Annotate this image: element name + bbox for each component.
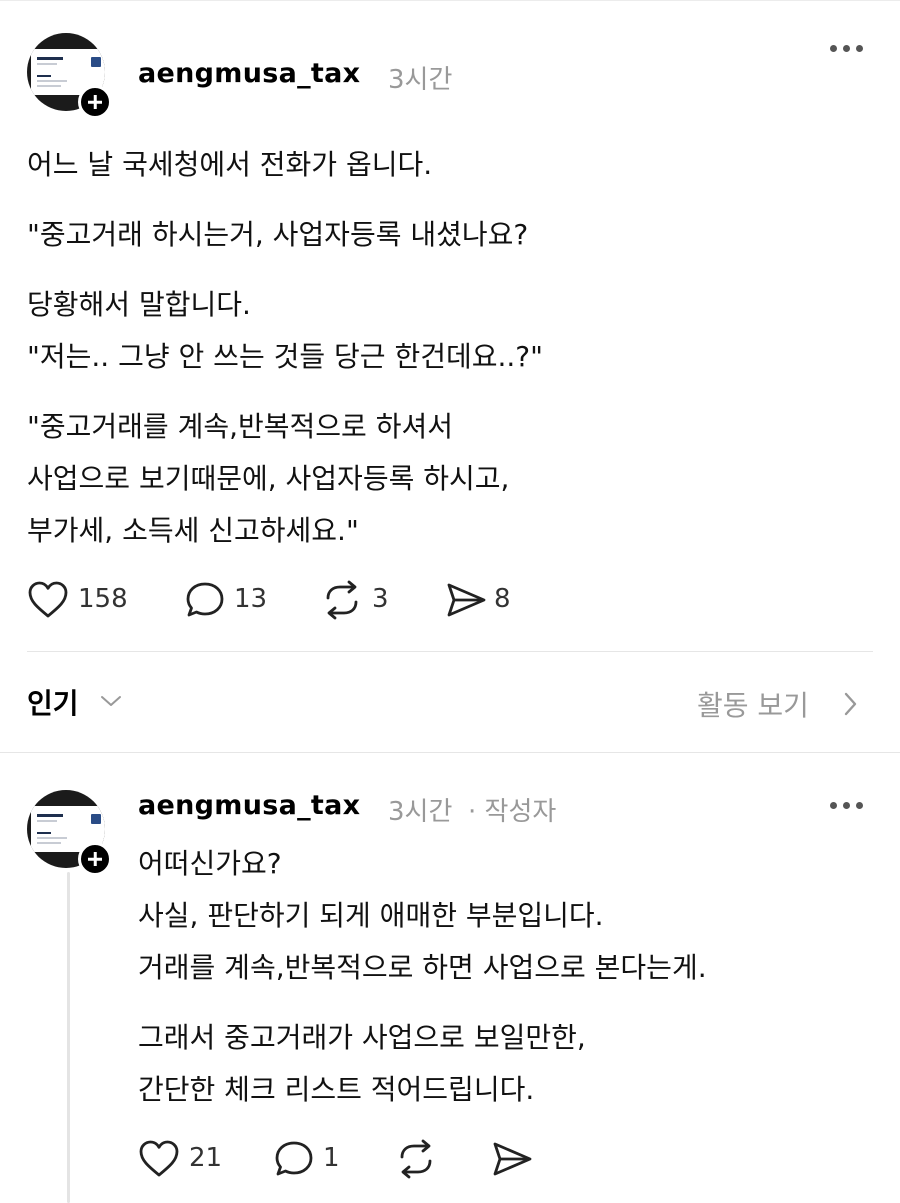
share-send-icon[interactable] xyxy=(444,580,488,620)
comment-count: 1 xyxy=(323,1143,340,1173)
post-text-line: "중고거래를 계속,반복적으로 하셔서 xyxy=(27,410,453,443)
share-send-icon[interactable] xyxy=(490,1139,534,1179)
post-time: 3시간 xyxy=(388,65,453,95)
sort-label[interactable]: 인기 xyxy=(27,682,79,722)
like-count: 158 xyxy=(78,584,128,614)
chevron-right-icon[interactable] xyxy=(840,690,860,718)
reply-text-line: 그래서 중고거래가 사업으로 보일만한, xyxy=(138,1021,586,1054)
repost-icon[interactable] xyxy=(320,580,364,620)
divider xyxy=(0,752,900,753)
share-count: 8 xyxy=(494,584,511,614)
repost-count: 3 xyxy=(372,584,389,614)
divider xyxy=(27,651,873,652)
comment-icon[interactable] xyxy=(274,1139,316,1179)
post-text-line: "중고거래 하시는거, 사업자등록 내셨나요? xyxy=(27,218,529,251)
reply-username[interactable]: aengmusa_tax xyxy=(138,790,360,821)
reply-time: 3시간 xyxy=(388,797,453,827)
thread-line xyxy=(67,872,70,1203)
follow-plus-button[interactable] xyxy=(78,842,112,876)
post-text-line: 어느 날 국세청에서 전화가 옵니다. xyxy=(27,148,433,181)
author-tag: · 작성자 xyxy=(468,797,557,827)
like-count: 21 xyxy=(189,1143,223,1173)
post-username[interactable]: aengmusa_tax xyxy=(138,58,360,89)
chevron-down-icon[interactable] xyxy=(99,693,123,709)
heart-icon[interactable] xyxy=(27,580,69,620)
more-options-icon[interactable] xyxy=(830,802,864,810)
reply-text-line: 사실, 판단하기 되게 애매한 부분입니다. xyxy=(138,899,604,932)
post-text-line: "저는.. 그냥 안 쓰는 것들 당근 한건데요..?" xyxy=(27,340,544,373)
comment-icon[interactable] xyxy=(185,580,227,620)
top-border xyxy=(0,0,900,1)
repost-icon[interactable] xyxy=(394,1139,438,1179)
comment-count: 13 xyxy=(234,584,268,614)
post-text-line: 사업으로 보기때문에, 사업자등록 하시고, xyxy=(27,462,510,495)
post-text-line: 부가세, 소득세 신고하세요." xyxy=(27,514,359,547)
more-options-icon[interactable] xyxy=(830,45,864,53)
reply-text-line: 간단한 체크 리스트 적어드립니다. xyxy=(138,1073,535,1106)
post-text-line: 당황해서 말합니다. xyxy=(27,288,251,321)
activity-link[interactable]: 활동 보기 xyxy=(697,684,809,724)
follow-plus-button[interactable] xyxy=(78,85,112,119)
reply-text-line: 거래를 계속,반복적으로 하면 사업으로 본다는게. xyxy=(138,951,707,984)
reply-text-line: 어떠신가요? xyxy=(138,847,282,880)
heart-icon[interactable] xyxy=(138,1139,180,1179)
